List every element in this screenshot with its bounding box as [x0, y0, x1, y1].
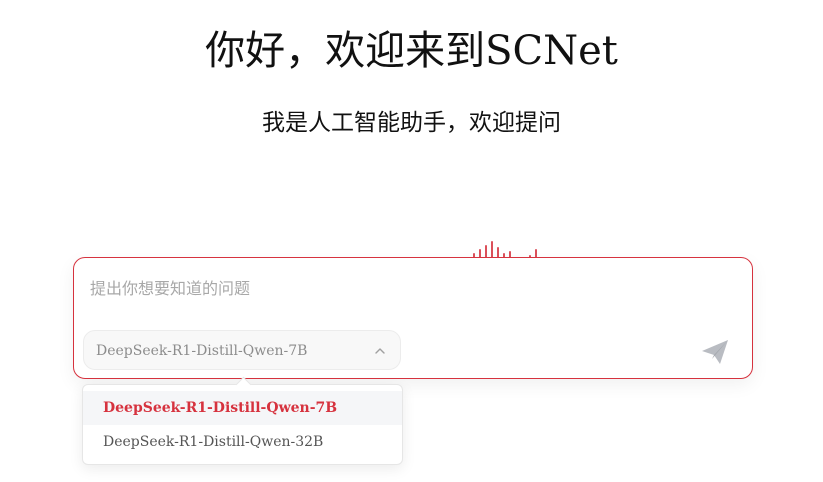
model-option-selected[interactable]: DeepSeek-R1-Distill-Qwen-7B — [83, 391, 402, 425]
model-option[interactable]: DeepSeek-R1-Distill-Qwen-32B — [83, 425, 402, 459]
question-input[interactable] — [90, 276, 730, 300]
model-select[interactable]: DeepSeek-R1-Distill-Qwen-7B — [83, 330, 401, 370]
chat-input-box: DeepSeek-R1-Distill-Qwen-7B — [73, 257, 753, 379]
page-subtitle: 我是人工智能助手，欢迎提问 — [262, 110, 561, 136]
page-title: 你好，欢迎来到SCNet — [205, 28, 618, 74]
paper-plane-icon — [702, 340, 728, 364]
dropdown-arrow — [235, 376, 252, 393]
model-dropdown-menu: DeepSeek-R1-Distill-Qwen-7B DeepSeek-R1-… — [82, 376, 403, 465]
chat-landing-page: 你好，欢迎来到SCNet 我是人工智能助手，欢迎提问 DeepSeek-R1-D… — [0, 0, 823, 482]
send-button[interactable] — [700, 338, 730, 366]
model-select-value: DeepSeek-R1-Distill-Qwen-7B — [96, 343, 308, 359]
chevron-up-icon — [375, 348, 385, 354]
